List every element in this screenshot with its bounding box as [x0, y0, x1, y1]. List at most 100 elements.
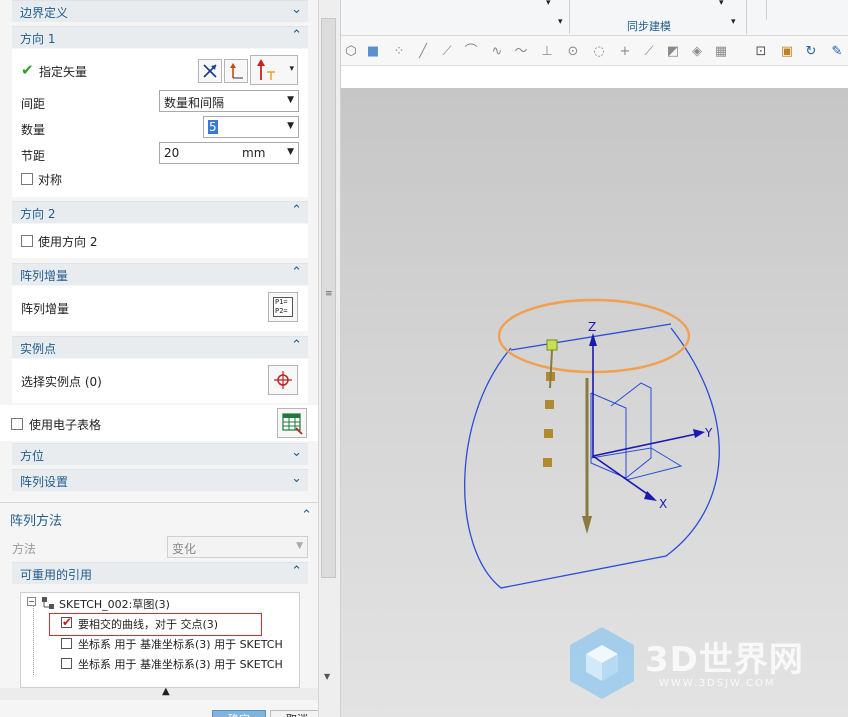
intersection-icon[interactable]: ⊥	[539, 44, 555, 60]
spacing-select[interactable]: 数量和间隔 ▼	[159, 90, 299, 112]
spacing-value: 数量和间隔	[164, 96, 225, 110]
datum-plane-xz	[590, 392, 627, 479]
section-direction-2[interactable]: 方向 2 ⌃	[12, 201, 308, 223]
ok-button[interactable]: 确定	[212, 710, 266, 717]
tree-collapse-icon[interactable]: −	[27, 597, 36, 606]
increment-body: 阵列增量 P1= P2=	[12, 286, 308, 331]
vector-dialog-button[interactable]	[224, 59, 248, 83]
dropdown-arrow-icon: ▼	[287, 121, 294, 131]
instance-point-marker[interactable]	[544, 429, 553, 438]
method-select[interactable]: 变化 ▼	[167, 536, 308, 558]
tree-guide-line	[33, 605, 34, 675]
section-instance-title: 实例点	[20, 342, 57, 356]
wave-icon[interactable]: 〜	[513, 44, 529, 60]
line-segment-icon[interactable]: ⟋	[439, 44, 455, 60]
section-increment-title: 阵列增量	[20, 269, 69, 283]
datum-plane-yz	[610, 382, 652, 479]
edit-icon[interactable]: ✎	[829, 44, 845, 60]
watermark-title: 3D世界网	[645, 640, 804, 680]
pitch-input[interactable]: 20 mm ▼	[159, 142, 299, 164]
y-axis	[592, 432, 702, 457]
tree-root-label: SKETCH_002:草图(3)	[59, 598, 170, 611]
cross-arrows-icon	[203, 64, 217, 78]
reverse-direction-button[interactable]	[198, 59, 222, 83]
dropdown-arrow-icon: ▼	[287, 95, 294, 105]
plane-icon[interactable]: ◈	[689, 44, 705, 60]
arc-icon[interactable]: ⌒	[463, 44, 479, 60]
section-increment[interactable]: 阵列增量 ⌃	[12, 263, 308, 285]
check-icon: ✔	[21, 61, 34, 79]
chevron-up-icon: ⌃	[291, 28, 302, 43]
cube-solid-icon[interactable]: ■	[365, 44, 381, 60]
watermark-logo-icon	[570, 627, 634, 699]
pitch-label: 节距	[21, 149, 46, 163]
section-direction-1[interactable]: 方向 1 ⌃	[12, 26, 308, 48]
instance-point-marker[interactable]	[546, 339, 558, 351]
csys-checkbox-1[interactable]	[61, 638, 72, 649]
cancel-button[interactable]: 取消	[270, 710, 324, 717]
grid-icon[interactable]: ▦	[713, 44, 729, 60]
vector-type-dropdown[interactable]: ▾	[250, 55, 298, 85]
face-icon[interactable]: ◩	[665, 44, 681, 60]
y-arrowhead	[693, 429, 705, 438]
cube-wire-icon[interactable]: ⬡	[343, 44, 359, 60]
snapshot-icon[interactable]: ▣	[779, 44, 795, 60]
instance-point-marker[interactable]	[543, 458, 552, 467]
section-reusable-refs[interactable]: 可重用的引用 ⌃	[12, 562, 308, 584]
panel-scrollbar[interactable]: ≡ ▼	[318, 0, 341, 717]
checkmark-icon: ✔	[62, 615, 73, 629]
symmetric-checkbox[interactable]	[21, 173, 33, 185]
dropdown-arrow-icon[interactable]: ▾	[546, 0, 551, 8]
dropdown-arrow-icon[interactable]: ▾	[731, 17, 736, 27]
instance-point-marker[interactable]	[545, 400, 554, 409]
section-method[interactable]: 阵列方法 ⌃	[0, 503, 318, 533]
graphics-viewport[interactable]: Z Y X 3D世界网 WWW.3DSJW.COM	[341, 88, 848, 717]
dropdown-arrow-icon[interactable]: ▾	[558, 17, 563, 27]
method-group: 阵列方法 ⌃ 方法 变化 ▼ 可重用的引用 ⌃ − SKETCH_002:草图(…	[0, 502, 324, 717]
fit-view-icon[interactable]: ⊡	[753, 44, 769, 60]
section-pattern-settings[interactable]: 阵列设置 ⌄	[12, 469, 308, 491]
section-boundary[interactable]: 边界定义 ⌄	[12, 0, 308, 22]
spreadsheet-button[interactable]	[277, 408, 307, 438]
use-direction-2-label: 使用方向 2	[38, 235, 98, 249]
quadrant-icon[interactable]: ◌	[591, 44, 607, 60]
collapse-bar[interactable]: ▲	[0, 686, 318, 700]
tree-item-label: 坐标系 用于 基准坐标系(3) 用于 SKETCH	[78, 658, 283, 671]
chevron-up-icon: ⌃	[291, 265, 302, 280]
chevron-down-icon: ⌄	[291, 445, 302, 460]
point-icon[interactable]: +	[617, 44, 633, 60]
watermark-url: WWW.3DSJW.COM	[659, 678, 776, 689]
tangent-icon[interactable]: ⟋	[641, 44, 657, 60]
dropdown-arrow-icon[interactable]: ▾	[719, 0, 724, 8]
spreadsheet-checkbox[interactable]	[11, 418, 23, 430]
section-method-title: 阵列方法	[10, 514, 63, 529]
circle-center-icon[interactable]: ⊙	[565, 44, 581, 60]
param-table-icon: P1= P2=	[273, 297, 293, 317]
snap-toolbar: ⬡ ■ ⁘ ╱ ⟋ ⌒ ∿ 〜 ⊥ ⊙ ◌ + ⟋ ◩ ◈ ▦ ⊡ ▣ ↻ ✎	[341, 36, 848, 66]
scroll-down-icon[interactable]: ▼	[324, 672, 330, 681]
increment-dialog-button[interactable]: P1= P2=	[268, 292, 298, 322]
section-pattern-settings-title: 阵列设置	[20, 475, 69, 489]
section-direction-1-title: 方向 1	[20, 32, 56, 46]
dropdown-arrow-icon: ▼	[287, 147, 294, 157]
pattern-dots-icon[interactable]: ⁘	[391, 44, 407, 60]
spreadsheet-label: 使用电子表格	[29, 418, 102, 432]
chevron-up-icon: ⌃	[291, 338, 302, 353]
use-direction-2-checkbox[interactable]	[21, 235, 33, 247]
reuse-tree: − SKETCH_002:草图(3) ✔ 要相交的曲线，对于 交点(3) 坐标系…	[20, 592, 300, 688]
select-point-button[interactable]	[268, 365, 298, 395]
scrollbar-thumb[interactable]: ≡	[321, 18, 336, 578]
preview-vector	[549, 349, 553, 389]
csys-checkbox-2[interactable]	[61, 658, 72, 669]
line-icon[interactable]: ╱	[415, 44, 431, 60]
divider	[746, 0, 747, 34]
refresh-icon[interactable]: ↻	[803, 44, 819, 60]
section-instance-point[interactable]: 实例点 ⌃	[12, 336, 308, 358]
section-orientation[interactable]: 方位 ⌄	[12, 443, 308, 465]
spline-icon[interactable]: ∿	[489, 44, 505, 60]
chevron-up-icon: ⌃	[301, 508, 312, 523]
ribbon: ▾ ▾ 同步建模 ▾ ▾	[341, 0, 848, 36]
z-axis-vector-icon	[257, 59, 275, 80]
count-input[interactable]: 5 ▼	[203, 116, 299, 138]
curve-checkbox[interactable]: ✔	[61, 615, 73, 629]
